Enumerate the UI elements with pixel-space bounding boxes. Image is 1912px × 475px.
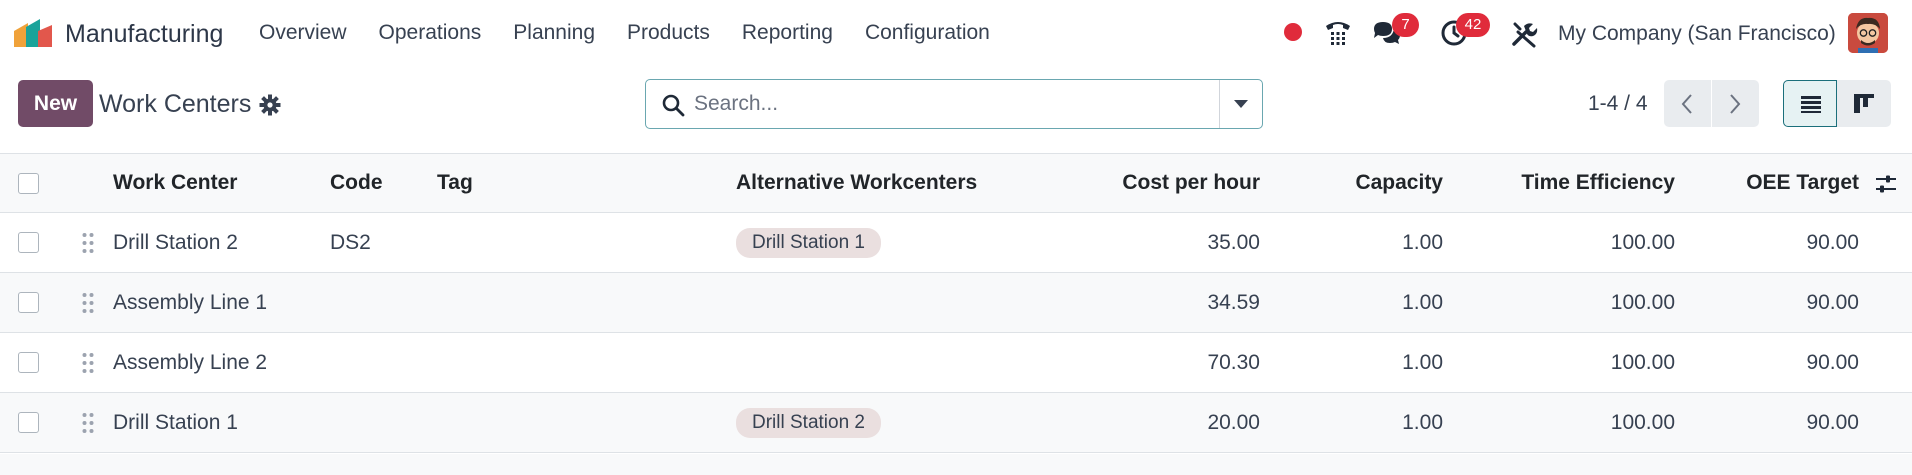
kanban-view-icon (1854, 94, 1874, 113)
cell-oee-target[interactable]: 90.00 (1806, 333, 1859, 392)
cell-capacity[interactable]: 1.00 (1402, 333, 1443, 392)
cell-capacity[interactable]: 1.00 (1402, 393, 1443, 452)
cell-work-center[interactable]: Assembly Line 2 (113, 333, 267, 392)
column-header-alternative-workcenters[interactable]: Alternative Workcenters (736, 154, 977, 212)
alternative-workcenter-tag: Drill Station 1 (736, 227, 881, 258)
cell-oee-target[interactable]: 90.00 (1806, 213, 1859, 272)
select-all-checkbox[interactable] (18, 173, 39, 194)
table-row[interactable]: Assembly Line 1 34.59 1.00 100.00 90.00 (0, 273, 1912, 333)
record-dot-icon[interactable] (1284, 23, 1302, 41)
table-header: Work Center Code Tag Alternative Workcen… (0, 153, 1912, 213)
caret-down-icon (1234, 100, 1248, 108)
cell-capacity[interactable]: 1.00 (1402, 273, 1443, 332)
cell-cost-per-hour[interactable]: 70.30 (1207, 333, 1260, 392)
search-bar (645, 79, 1263, 129)
search-input[interactable] (694, 81, 1194, 127)
column-header-cost-per-hour[interactable]: Cost per hour (1122, 154, 1260, 212)
menu-overview[interactable]: Overview (243, 17, 363, 49)
chevron-right-icon (1730, 94, 1741, 114)
column-header-tag[interactable]: Tag (437, 154, 473, 212)
drag-handle-icon[interactable] (81, 232, 95, 254)
company-switcher[interactable]: My Company (San Francisco) (1558, 18, 1836, 50)
cell-alternative-workcenters[interactable]: Drill Station 1 (736, 213, 881, 272)
search-options-toggle[interactable] (1219, 80, 1262, 128)
table-row[interactable]: Drill Station 1 Drill Station 2 20.00 1.… (0, 393, 1912, 453)
column-header-oee-target[interactable]: OEE Target (1746, 154, 1859, 212)
cell-time-efficiency[interactable]: 100.00 (1611, 213, 1675, 272)
tools-icon[interactable] (1510, 20, 1538, 48)
table-row[interactable]: Drill Station 2 DS2 Drill Station 1 35.0… (0, 213, 1912, 273)
app-name[interactable]: Manufacturing (65, 19, 223, 49)
app-logo-icon[interactable] (14, 19, 54, 49)
row-checkbox[interactable] (18, 352, 39, 373)
row-checkbox[interactable] (18, 292, 39, 313)
row-checkbox[interactable] (18, 232, 39, 253)
cell-cost-per-hour[interactable]: 34.59 (1207, 273, 1260, 332)
drag-handle-icon[interactable] (81, 412, 95, 434)
cell-work-center[interactable]: Assembly Line 1 (113, 273, 267, 332)
menu-reporting[interactable]: Reporting (726, 17, 849, 49)
cell-cost-per-hour[interactable]: 20.00 (1207, 393, 1260, 452)
page-title: Work Centers (99, 90, 252, 118)
menu-configuration[interactable]: Configuration (849, 17, 1006, 49)
cell-time-efficiency[interactable]: 100.00 (1611, 333, 1675, 392)
drag-handle-icon[interactable] (81, 292, 95, 314)
alternative-workcenter-tag: Drill Station 2 (736, 407, 881, 438)
list-view-button[interactable] (1783, 80, 1837, 127)
search-icon (662, 94, 685, 117)
menu-operations[interactable]: Operations (363, 17, 498, 49)
column-header-capacity[interactable]: Capacity (1355, 154, 1443, 212)
cell-time-efficiency[interactable]: 100.00 (1611, 273, 1675, 332)
row-checkbox[interactable] (18, 412, 39, 433)
cell-capacity[interactable]: 1.00 (1402, 213, 1443, 272)
cell-work-center[interactable]: Drill Station 2 (113, 213, 238, 272)
kanban-view-button[interactable] (1837, 80, 1891, 127)
gear-icon[interactable] (259, 94, 281, 116)
cell-oee-target[interactable]: 90.00 (1806, 273, 1859, 332)
menu-products[interactable]: Products (611, 17, 726, 49)
list-view-icon (1801, 96, 1821, 113)
column-header-work-center[interactable]: Work Center (113, 154, 237, 212)
cell-code[interactable]: DS2 (330, 213, 371, 272)
column-header-time-efficiency[interactable]: Time Efficiency (1521, 154, 1675, 212)
pager-value[interactable]: 1-4 / 4 (1588, 89, 1648, 119)
user-avatar[interactable] (1848, 13, 1888, 53)
activities-badge[interactable]: 42 (1456, 13, 1490, 37)
list-footer-area (0, 454, 1912, 475)
top-navbar: Manufacturing Overview Operations Planni… (0, 0, 1912, 67)
optional-columns-icon[interactable] (1874, 174, 1898, 194)
phone-icon[interactable] (1323, 17, 1353, 47)
pager-previous-button[interactable] (1664, 80, 1711, 127)
cell-cost-per-hour[interactable]: 35.00 (1207, 213, 1260, 272)
cell-time-efficiency[interactable]: 100.00 (1611, 393, 1675, 452)
pager-next-button[interactable] (1712, 80, 1759, 127)
cell-work-center[interactable]: Drill Station 1 (113, 393, 238, 452)
main-menu: Overview Operations Planning Products Re… (243, 17, 1006, 49)
messages-badge[interactable]: 7 (1392, 13, 1419, 37)
cell-oee-target[interactable]: 90.00 (1806, 393, 1859, 452)
drag-handle-icon[interactable] (81, 352, 95, 374)
new-button[interactable]: New (18, 80, 93, 127)
menu-planning[interactable]: Planning (497, 17, 611, 49)
chevron-left-icon (1681, 94, 1692, 114)
column-header-code[interactable]: Code (330, 154, 383, 212)
cell-alternative-workcenters[interactable]: Drill Station 2 (736, 393, 881, 452)
table-row[interactable]: Assembly Line 2 70.30 1.00 100.00 90.00 (0, 333, 1912, 393)
